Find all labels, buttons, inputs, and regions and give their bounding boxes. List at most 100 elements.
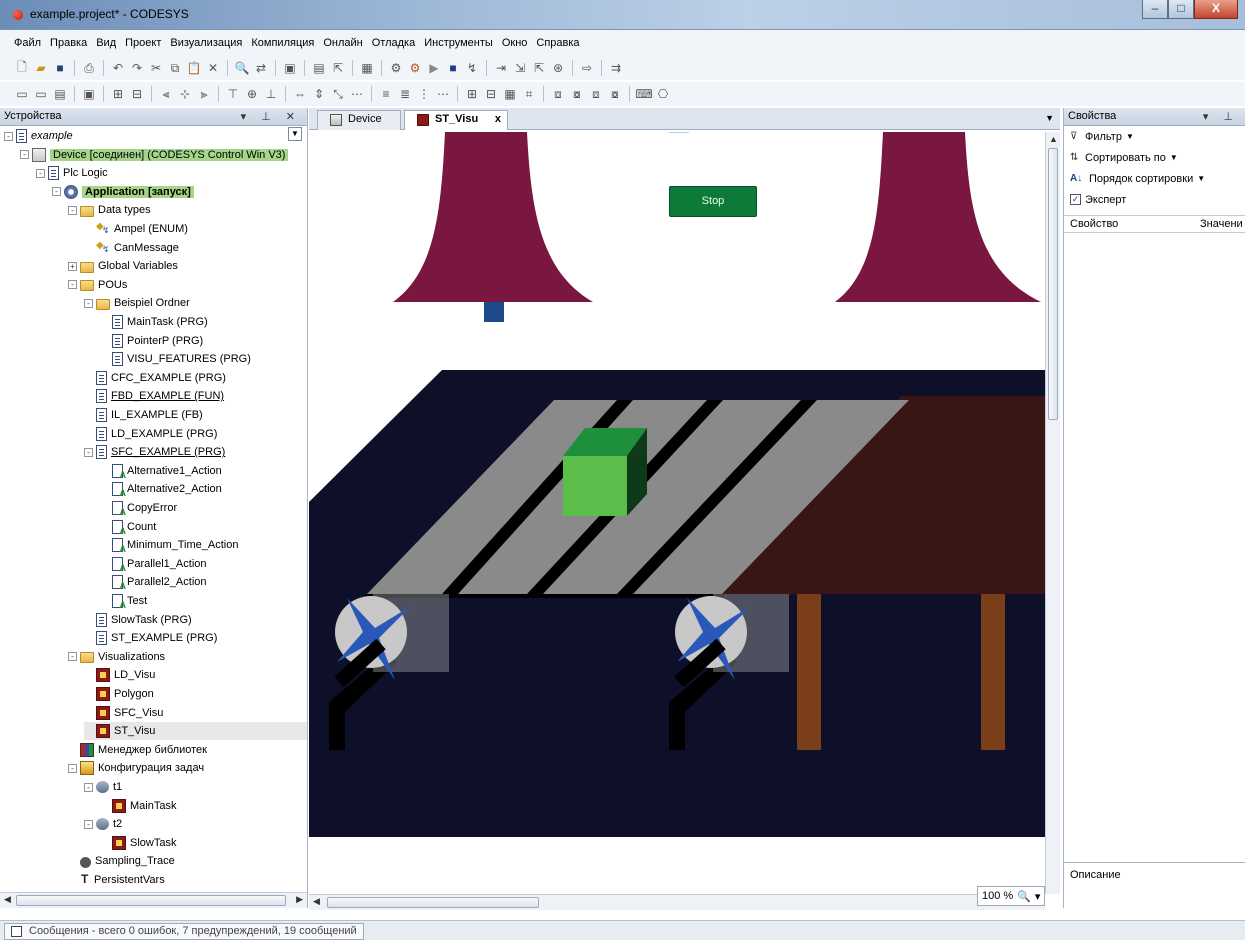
tree-item[interactable]: PersistentVars [68,871,165,889]
scroll-left-arrow-icon[interactable]: ◀ [313,896,320,907]
tree-item[interactable]: Parallel2_Action [100,573,207,591]
menu-help[interactable]: Справка [536,37,579,49]
tab-st-visu[interactable]: ST_Visu x [404,110,508,130]
menu-file[interactable]: Файл [14,37,41,49]
same-size-icon[interactable]: ⤡ [330,86,346,102]
step-into-icon[interactable]: ⇲ [512,60,528,76]
tree-item[interactable]: ST_EXAMPLE (PRG) [84,629,217,647]
align-right-icon[interactable]: ⫸ [196,86,212,102]
scroll-right-arrow-icon[interactable]: ▶ [296,894,303,905]
tree-item[interactable]: - POUs [68,276,127,294]
send-back-icon[interactable]: ⧇ [569,86,585,102]
spacing-icon[interactable]: ⋯ [435,86,451,102]
zoom-control[interactable]: 100 % 🔍 ▾ [977,886,1046,906]
collapse-icon[interactable]: - [68,205,77,215]
open-folder-icon[interactable]: ▰ [33,60,49,76]
tree-item[interactable]: - t2 [84,815,122,833]
tree-item[interactable]: CFC_EXAMPLE (PRG) [84,369,226,387]
zoom-icon[interactable]: 🔍 [1017,890,1031,903]
interface-icon[interactable]: ⎔ [655,86,671,102]
collapse-icon[interactable]: - [84,447,93,457]
menu-build[interactable]: Компиляция [251,37,314,49]
tree-item[interactable]: - Application [запуск] [52,183,194,201]
add-object-icon[interactable]: ▣ [282,60,298,76]
tree-item[interactable]: - Device [соединен] (CODESYS Control Win … [20,146,289,164]
tree-item[interactable]: PointerP (PRG) [100,332,203,350]
panel-pin-close-controls[interactable]: ▾ ⊥ ✕ [241,110,301,123]
reset-icon[interactable]: ↯ [464,60,480,76]
delete-icon[interactable]: ✕ [205,60,221,76]
send-backward-icon[interactable]: ⧇ [607,86,623,102]
write-values-icon[interactable]: ⇨ [579,60,595,76]
tree-item[interactable]: VISU_FEATURES (PRG) [100,350,251,368]
breakpoint-icon[interactable]: ⊛ [550,60,566,76]
column-property[interactable]: Свойство [1070,218,1118,230]
force-values-icon[interactable]: ⇉ [608,60,624,76]
collapse-icon[interactable]: - [68,280,77,290]
replace-icon[interactable]: ⇄ [253,60,269,76]
editor-horizontal-scrollbar[interactable]: ◀ [309,894,1045,910]
find-icon[interactable]: 🔍 [234,60,250,76]
tree-item[interactable]: - t1 [84,778,122,796]
login-icon[interactable]: ⚙ [388,60,404,76]
ungroup-icon[interactable]: ⊟ [129,86,145,102]
tree-item[interactable]: ST_Visu [84,722,307,741]
tree-item[interactable]: - Beispiel Ordner [84,294,190,312]
build-icon[interactable]: ▤ [311,60,327,76]
tree-item[interactable]: - Plc Logic [36,164,108,182]
distribute-icon[interactable]: ⋯ [349,86,365,102]
tree-item[interactable]: SFC_Visu [84,704,163,722]
menu-debug[interactable]: Отладка [372,37,415,49]
paste-icon[interactable]: 📋 [186,60,202,76]
redo-icon[interactable]: ↷ [129,60,145,76]
tree-item[interactable]: Sampling_Trace [68,852,175,870]
menu-project[interactable]: Проект [125,37,161,49]
collapse-icon[interactable]: - [84,819,93,829]
menu-tools[interactable]: Инструменты [424,37,493,49]
scroll-up-arrow-icon[interactable]: ▲ [1049,134,1058,144]
collapse-icon[interactable]: - [52,187,61,197]
collapse-icon[interactable]: - [84,298,93,308]
tree-item[interactable]: Alternative2_Action [100,480,222,498]
tree-item[interactable]: Count [100,518,156,536]
align-left-icon[interactable]: ⫷ [158,86,174,102]
menu-edit[interactable]: Правка [50,37,87,49]
menu-visualization[interactable]: Визуализация [170,37,242,49]
grid-icon[interactable]: ▦ [502,86,518,102]
tree-item[interactable]: Alternative1_Action [100,462,222,480]
collapse-icon[interactable]: - [68,763,77,773]
collapse-icon[interactable]: - [84,782,93,792]
align-middle-icon[interactable]: ⊕ [244,86,260,102]
export-icon[interactable]: ⇱ [330,60,346,76]
logout-icon[interactable]: ⚙ [407,60,423,76]
messages-button[interactable]: Сообщения - всего 0 ошибок, 7 предупрежд… [4,923,364,940]
menu-view[interactable]: Вид [96,37,116,49]
minimize-button[interactable]: – [1142,0,1168,19]
calculator-icon[interactable]: ▦ [359,60,375,76]
tree-item[interactable]: - SFC_EXAMPLE (PRG) [84,443,225,461]
chevron-down-icon[interactable]: ▾ [1035,890,1041,903]
start-icon[interactable]: ▶ [426,60,442,76]
tree-item[interactable]: Test [100,592,147,610]
grid-icon[interactable]: ⊞ [464,86,480,102]
scroll-left-arrow-icon[interactable]: ◀ [4,894,11,905]
collapse-icon[interactable]: - [4,131,13,141]
step-out-icon[interactable]: ⇱ [531,60,547,76]
tree-item[interactable]: - Data types [68,201,151,219]
scrollbar-thumb[interactable] [16,895,286,906]
same-height-icon[interactable]: ⇕ [311,86,327,102]
scrollbar-thumb[interactable] [327,897,539,908]
tree-item[interactable]: SlowTask (PRG) [84,611,192,629]
print-icon[interactable]: ⎙ [81,60,97,76]
align-center-icon[interactable]: ⊹ [177,86,193,102]
keyboard-icon[interactable]: ⌨ [635,86,652,102]
checkbox-checked-icon[interactable]: ✓ [1070,194,1081,205]
spacing-icon[interactable]: ≡ [378,86,394,102]
sort-order-dropdown[interactable]: A↓ Порядок сортировки ▼ [1064,168,1245,189]
visu-element-icon[interactable]: ▤ [52,86,68,102]
undo-icon[interactable]: ↶ [110,60,126,76]
group-icon[interactable]: ⊞ [110,86,126,102]
tree-item[interactable]: LD_Visu [84,666,155,684]
column-value[interactable]: Значени [1200,218,1243,230]
tree-item[interactable]: + Global Variables [68,257,178,275]
